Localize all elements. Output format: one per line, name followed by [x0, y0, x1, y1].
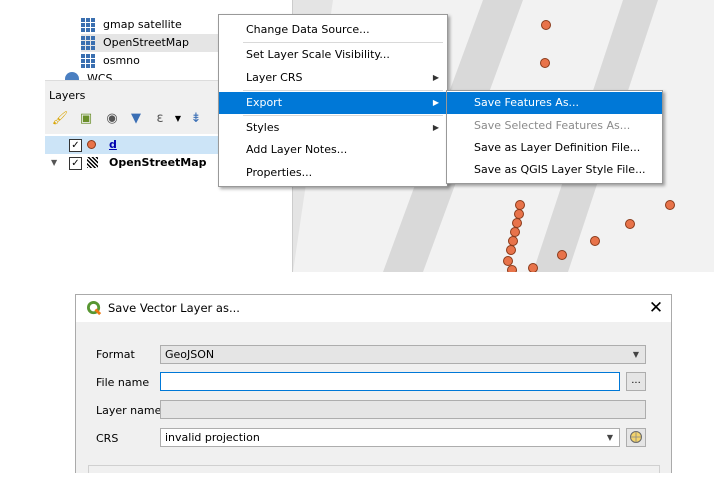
- menu-item-export[interactable]: Export ▶: [219, 92, 447, 114]
- crs-select[interactable]: invalid projection ▼: [160, 428, 620, 447]
- menu-item-label: Export: [246, 96, 283, 109]
- browser-item-label: OpenStreetMap: [103, 36, 190, 49]
- menu-item-label: Change Data Source...: [246, 23, 370, 36]
- add-group-icon[interactable]: ▣: [77, 110, 95, 128]
- menu-item-save-selected-features-as: Save Selected Features As...: [447, 115, 662, 137]
- dialog-titlebar: Save Vector Layer as... ✕: [76, 295, 671, 322]
- grid-icon: [81, 36, 95, 50]
- format-label: Format: [96, 348, 135, 361]
- format-select[interactable]: GeoJSON ▼: [160, 345, 646, 364]
- layer-name: OpenStreetMap: [109, 156, 207, 169]
- map-point: [528, 263, 538, 272]
- browser-item-label: osmno: [103, 54, 140, 67]
- chevron-down-icon[interactable]: ▼: [169, 110, 187, 128]
- layer-visibility-checkbox[interactable]: ✓: [69, 157, 82, 170]
- filename-label: File name: [96, 376, 150, 389]
- submenu-arrow-icon: ▶: [432, 73, 439, 82]
- menu-item-label: Save Features As...: [474, 96, 580, 109]
- grid-icon: [81, 18, 95, 32]
- raster-layer-icon: [87, 157, 98, 168]
- layer-name: d: [109, 138, 117, 151]
- menu-item-set-layer-scale-visibility[interactable]: Set Layer Scale Visibility...: [219, 44, 447, 66]
- submenu-arrow-icon: ▶: [432, 98, 439, 107]
- eye-icon[interactable]: ◉: [103, 110, 121, 128]
- qgis-main-window: gmap satellite OpenStreetMap osmno WCS L…: [0, 0, 714, 272]
- submenu-arrow-icon: ▶: [432, 123, 439, 132]
- menu-item-label: Properties...: [246, 166, 313, 179]
- dialog-title: Save Vector Layer as...: [108, 301, 240, 315]
- menu-separator: [243, 115, 443, 116]
- options-group-box: [88, 465, 660, 473]
- collapse-all-icon[interactable]: ⇟: [187, 110, 205, 128]
- map-point: [557, 250, 567, 260]
- layername-input: [160, 400, 646, 419]
- menu-item-styles[interactable]: Styles ▶: [219, 117, 447, 139]
- save-vector-layer-dialog: Save Vector Layer as... ✕ Format GeoJSON…: [75, 294, 672, 473]
- map-point: [506, 245, 516, 255]
- close-icon[interactable]: ✕: [646, 297, 666, 319]
- menu-item-save-as-layer-definition-file[interactable]: Save as Layer Definition File...: [447, 137, 662, 159]
- chevron-down-icon: ▼: [606, 433, 613, 442]
- export-submenu: Save Features As... Save Selected Featur…: [446, 90, 663, 184]
- filter-icon[interactable]: ▼: [127, 110, 145, 128]
- globe-icon: [630, 431, 642, 443]
- browser-item-label: gmap satellite: [103, 18, 182, 31]
- menu-item-add-layer-notes[interactable]: Add Layer Notes...: [219, 139, 447, 161]
- filename-input[interactable]: [160, 372, 620, 391]
- browser-item-label: WCS: [87, 72, 113, 80]
- screenshot-gap: [0, 272, 714, 294]
- menu-item-label: Set Layer Scale Visibility...: [246, 48, 390, 61]
- crs-select-value: invalid projection: [165, 431, 260, 444]
- menu-item-layer-crs[interactable]: Layer CRS ▶: [219, 67, 447, 89]
- menu-item-save-as-qgis-layer-style-file[interactable]: Save as QGIS Layer Style File...: [447, 159, 662, 181]
- menu-item-save-features-as[interactable]: Save Features As...: [447, 92, 662, 114]
- map-point: [507, 265, 517, 272]
- menu-item-label: Save Selected Features As...: [474, 119, 631, 132]
- map-point: [541, 20, 551, 30]
- menu-item-label: Save as QGIS Layer Style File...: [474, 163, 646, 176]
- menu-item-change-data-source[interactable]: Change Data Source...: [219, 19, 447, 41]
- qgis-logo-icon: [87, 301, 102, 316]
- menu-item-label: Styles: [246, 121, 280, 134]
- layer-context-menu: Change Data Source... Set Layer Scale Vi…: [218, 14, 448, 187]
- menu-item-label: Add Layer Notes...: [246, 143, 348, 156]
- map-point: [625, 219, 635, 229]
- layers-panel-title: Layers: [49, 89, 86, 102]
- expand-arrow-icon[interactable]: ▼: [51, 154, 61, 172]
- format-select-value: GeoJSON: [165, 348, 215, 361]
- menu-item-label: Save as Layer Definition File...: [474, 141, 641, 154]
- menu-item-label: Layer CRS: [246, 71, 303, 84]
- map-point: [590, 236, 600, 246]
- expression-filter-icon[interactable]: ε: [151, 110, 169, 128]
- globe-icon: [65, 72, 79, 80]
- browse-button[interactable]: ...: [626, 372, 646, 391]
- layername-label: Layer name: [96, 404, 162, 417]
- menu-separator: [243, 42, 443, 43]
- chevron-down-icon: ▼: [632, 350, 639, 359]
- crs-selector-button[interactable]: [626, 428, 646, 447]
- grid-icon: [81, 54, 95, 68]
- layer-visibility-checkbox[interactable]: ✓: [69, 139, 82, 152]
- style-brush-icon[interactable]: 🖌: [51, 110, 69, 128]
- crs-label: CRS: [96, 432, 119, 445]
- map-point: [665, 200, 675, 210]
- point-layer-icon: [87, 140, 96, 149]
- menu-item-properties[interactable]: Properties...: [219, 162, 447, 184]
- menu-separator: [243, 90, 443, 91]
- map-point: [540, 58, 550, 68]
